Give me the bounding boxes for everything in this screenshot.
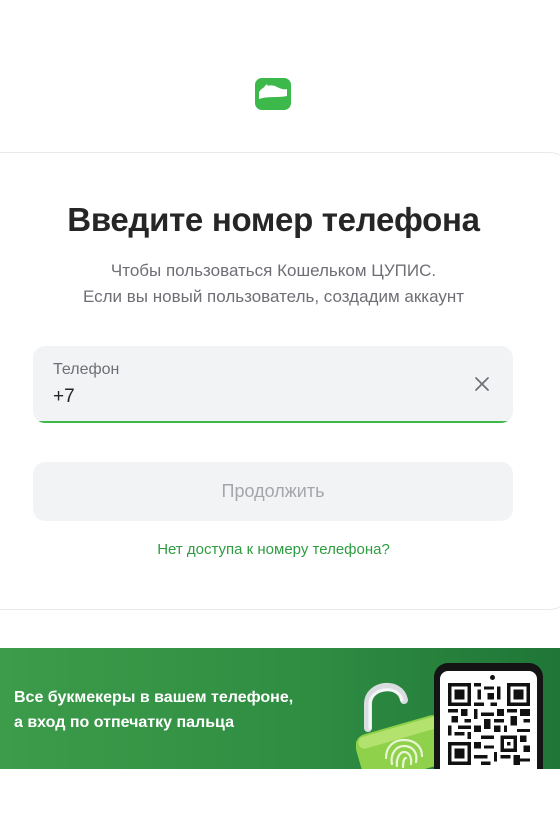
qr-code-icon (448, 683, 530, 765)
wallet-logo-icon (255, 78, 291, 110)
no-phone-access-link[interactable]: Нет доступа к номеру телефона? (0, 541, 547, 558)
subtitle-line-1: Чтобы пользоваться Кошельком ЦУПИС. (110, 261, 437, 280)
phone-illustration (434, 663, 543, 769)
banner-line-1: Все букмекеры в вашем телефоне, (14, 689, 294, 706)
subtitle-line-2: Если вы новый пользователь, создадим акк… (82, 287, 465, 306)
continue-button[interactable]: Продолжить (33, 462, 513, 521)
phone-input[interactable] (53, 384, 433, 410)
login-page: Введите номер телефона Чтобы пользоватьс… (0, 0, 560, 827)
page-subtitle: Чтобы пользоваться Кошельком ЦУПИС. Если… (0, 258, 547, 310)
page-title: Введите номер телефона (67, 201, 480, 238)
promo-banner[interactable]: Все букмекеры в вашем телефоне, а вход п… (0, 648, 560, 769)
banner-line-2: а вход по отпечатку пальца (14, 714, 234, 731)
close-icon[interactable] (471, 373, 493, 395)
phone-screen (440, 671, 537, 769)
banner-text: Все букмекеры в вашем телефоне, а вход п… (14, 685, 293, 735)
phone-field[interactable]: Телефон (33, 346, 513, 423)
phone-camera (490, 675, 495, 680)
phone-field-label: Телефон (53, 361, 120, 378)
